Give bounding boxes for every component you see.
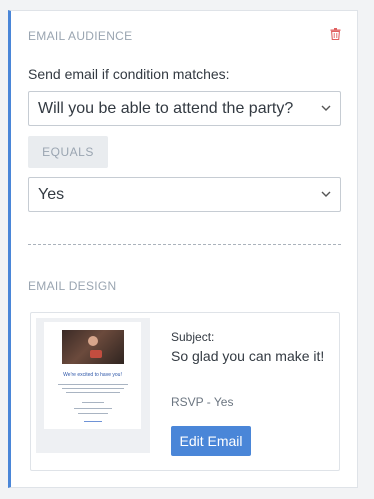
chevron-down-icon [321,105,331,111]
email-step-card: Email Audience Send email if condition m… [8,10,358,488]
trash-icon[interactable] [330,28,341,40]
question-select[interactable]: Will you be able to attend the party? [28,91,341,126]
equals-operator-badge: EQUALS [28,136,108,168]
condition-label: Send email if condition matches: [28,66,230,82]
subject-value: So glad you can make it! [171,348,325,364]
section-divider [28,244,341,245]
party-photo-image [62,330,124,364]
email-audience-title: Email Audience [28,29,133,43]
template-name: RSVP - Yes [171,395,234,409]
email-design-title: Email Design [28,279,117,293]
email-thumbnail-page: We're excited to have you! [44,322,141,429]
thumbnail-headline: We're excited to have you! [63,372,122,378]
email-design-preview-box: We're excited to have you! Subject: So g… [30,312,340,471]
email-thumbnail[interactable]: We're excited to have you! [36,318,150,453]
answer-select[interactable]: Yes [28,177,341,212]
subject-label: Subject: [171,330,215,344]
answer-select-value: Yes [38,186,65,203]
question-select-value: Will you be able to attend the party? [38,100,294,117]
chevron-down-icon [321,191,331,197]
edit-email-button[interactable]: Edit Email [171,426,251,456]
